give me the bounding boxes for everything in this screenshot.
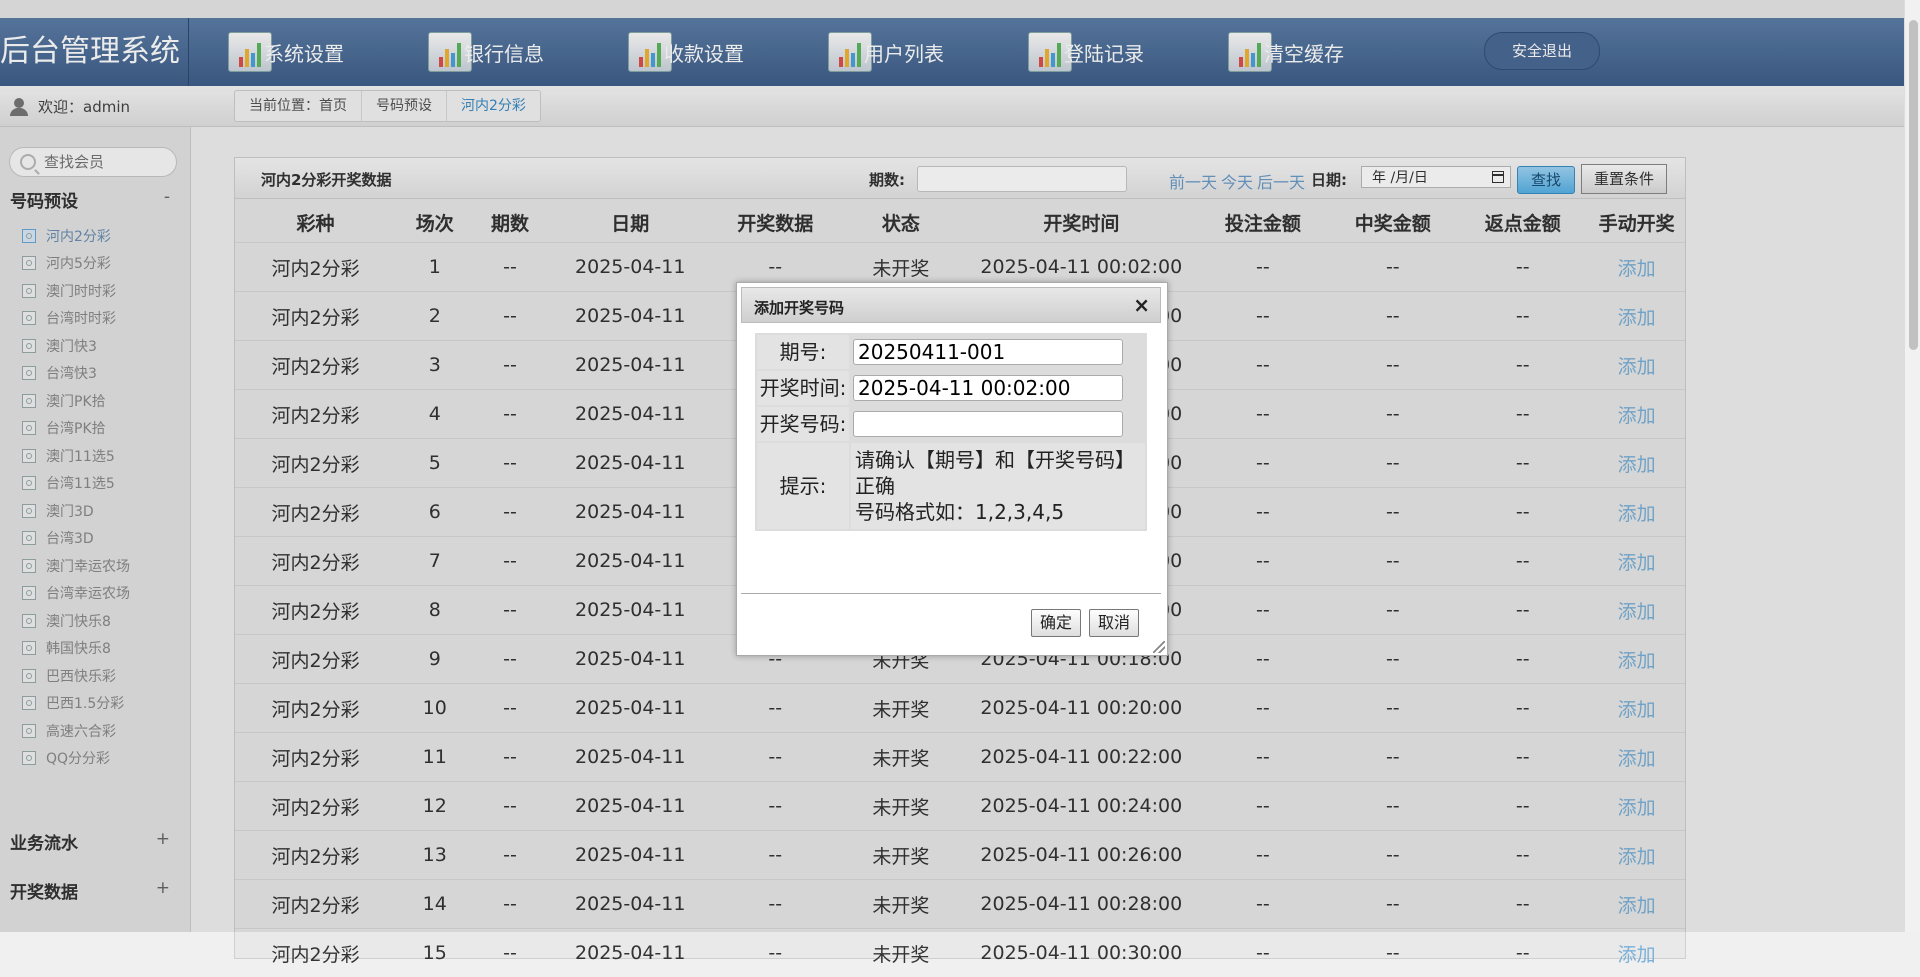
- add-draw-link[interactable]: 添加: [1588, 929, 1685, 977]
- dialog-header: 添加开奖号码 ×: [741, 287, 1161, 323]
- period-number-input[interactable]: [853, 339, 1123, 365]
- table-cell: 2025-04-11 00:30:00: [965, 929, 1197, 977]
- page-scrollbar[interactable]: [1904, 0, 1920, 932]
- table-row: 河内2分彩15--2025-04-11--未开奖2025-04-11 00:30…: [235, 929, 1685, 977]
- period-number-label: 期号:: [757, 335, 849, 369]
- draw-number-label: 开奖号码:: [757, 407, 849, 441]
- dialog-form: 期号: 开奖时间: 开奖号码: 提示: 请确认【期号】和【开奖号码】正确 号码格…: [755, 333, 1147, 531]
- table-cell: --: [1457, 929, 1588, 977]
- table-cell: 未开奖: [836, 929, 965, 977]
- dialog-divider: [741, 593, 1161, 594]
- hint-line-2: 号码格式如：1,2,3,4,5: [855, 499, 1141, 525]
- draw-number-input[interactable]: [853, 411, 1123, 437]
- table-cell: --: [1197, 929, 1328, 977]
- resize-grip-icon[interactable]: [1153, 641, 1165, 653]
- hint-line-1: 请确认【期号】和【开奖号码】正确: [855, 447, 1141, 499]
- draw-time-input[interactable]: [853, 375, 1123, 401]
- close-icon[interactable]: ×: [1133, 293, 1150, 317]
- cancel-button[interactable]: 取消: [1089, 609, 1139, 637]
- scrollbar-thumb[interactable]: [1909, 20, 1918, 350]
- hint-label: 提示:: [757, 443, 849, 529]
- draw-time-label: 开奖时间:: [757, 371, 849, 405]
- table-cell: --: [714, 929, 836, 977]
- add-draw-number-dialog: 添加开奖号码 × 期号: 开奖时间: 开奖号码: 提示: 请确认【期号】和【开奖…: [736, 282, 1168, 656]
- table-cell: 河内2分彩: [235, 929, 396, 977]
- dialog-title: 添加开奖号码: [754, 297, 844, 318]
- table-cell: --: [1328, 929, 1457, 977]
- confirm-button[interactable]: 确定: [1031, 609, 1081, 637]
- table-cell: 2025-04-11: [546, 929, 714, 977]
- hint-text: 请确认【期号】和【开奖号码】正确 号码格式如：1,2,3,4,5: [851, 443, 1145, 529]
- table-cell: --: [473, 929, 546, 977]
- table-cell: 15: [396, 929, 473, 977]
